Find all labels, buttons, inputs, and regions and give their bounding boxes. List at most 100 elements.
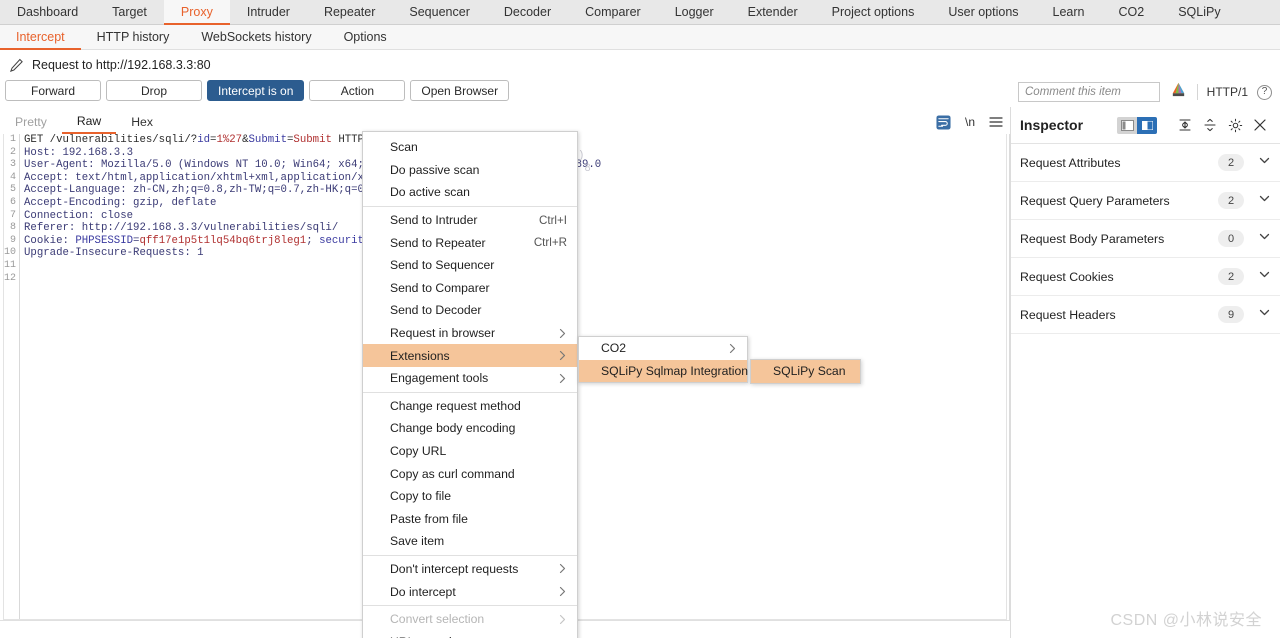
inspector-section-request-cookies[interactable]: Request Cookies 2 bbox=[1011, 258, 1280, 296]
sub-tab-options[interactable]: Options bbox=[328, 25, 403, 49]
menu-item-url-encode-as-you-type[interactable]: URL-encode as you type bbox=[363, 630, 577, 638]
token: Connection: close bbox=[24, 209, 134, 222]
line-number: 11 bbox=[3, 259, 16, 271]
divider bbox=[1196, 84, 1198, 100]
chevron-down-icon[interactable] bbox=[1258, 306, 1271, 324]
main-tab-repeater[interactable]: Repeater bbox=[307, 0, 392, 24]
menu-item-do-passive-scan[interactable]: Do passive scan bbox=[363, 159, 577, 182]
sub-tab-intercept[interactable]: Intercept bbox=[0, 25, 81, 50]
menu-item-scan[interactable]: Scan bbox=[363, 136, 577, 159]
main-tab-logger[interactable]: Logger bbox=[658, 0, 731, 24]
sub-tab-websockets-history[interactable]: WebSockets history bbox=[185, 25, 327, 49]
http-version-label[interactable]: HTTP/1 bbox=[1207, 85, 1248, 99]
token: Host: 192.168.3.3 bbox=[24, 146, 134, 159]
extensions-submenu[interactable]: CO2 SQLiPy Sqlmap Integration bbox=[578, 336, 778, 384]
menu-item-sqlipy-sqlmap-integration[interactable]: SQLiPy Sqlmap Integration bbox=[579, 359, 778, 383]
comment-input[interactable]: Comment this item bbox=[1018, 82, 1160, 102]
inspector-sections: Request Attributes 2 Request Query Paramet… bbox=[1011, 144, 1280, 334]
sqlipy-submenu[interactable]: SQLiPy Scan bbox=[750, 359, 861, 384]
menu-item-copy-to-file[interactable]: Copy to file bbox=[363, 485, 577, 508]
token: PHPSESSID bbox=[75, 234, 134, 247]
menu-item-change-request-method[interactable]: Change request method bbox=[363, 395, 577, 418]
request-heading: Request to http://192.168.3.3:80 bbox=[0, 52, 1010, 78]
close-icon[interactable] bbox=[1249, 115, 1271, 135]
inspector-header: Inspector bbox=[1011, 107, 1280, 144]
sub-tab-http-history[interactable]: HTTP history bbox=[81, 25, 186, 49]
menu-item-request-in-browser[interactable]: Request in browser bbox=[363, 322, 577, 345]
menu-item-save-item[interactable]: Save item bbox=[363, 530, 577, 553]
menu-item-do-active-scan[interactable]: Do active scan bbox=[363, 181, 577, 204]
main-tab-dashboard[interactable]: Dashboard bbox=[0, 0, 95, 24]
inspector-section-request-headers[interactable]: Request Headers 9 bbox=[1011, 296, 1280, 334]
menu-item-send-to-repeater[interactable]: Send to Repeater Ctrl+R bbox=[363, 231, 577, 254]
token: Cookie: bbox=[24, 234, 76, 247]
main-tab-sequencer[interactable]: Sequencer bbox=[392, 0, 486, 24]
color-highlighter-icon[interactable] bbox=[1169, 81, 1188, 103]
menu-item-send-to-decoder[interactable]: Send to Decoder bbox=[363, 299, 577, 322]
menu-item-don-t-intercept-requests[interactable]: Don't intercept requests bbox=[363, 558, 577, 581]
forward-button[interactable]: Forward bbox=[5, 80, 101, 101]
menu-item-label: Change request method bbox=[390, 398, 521, 413]
chevron-down-icon[interactable] bbox=[1258, 230, 1271, 248]
inspector-section-count: 9 bbox=[1218, 306, 1244, 323]
menu-item-copy-url[interactable]: Copy URL bbox=[363, 440, 577, 463]
panel-split-layout-icon[interactable] bbox=[1137, 116, 1157, 134]
editor-tab-pretty[interactable]: Pretty bbox=[0, 110, 62, 134]
gear-icon[interactable] bbox=[1224, 115, 1246, 135]
main-tab-extender[interactable]: Extender bbox=[731, 0, 815, 24]
menu-item-send-to-comparer[interactable]: Send to Comparer bbox=[363, 277, 577, 300]
menu-item-label: CO2 bbox=[601, 341, 627, 356]
token: Submit bbox=[248, 134, 287, 146]
menu-item-send-to-sequencer[interactable]: Send to Sequencer bbox=[363, 254, 577, 277]
line-number-gutter: 1 2 3 4 5 6 7 8 9 10 11 12 bbox=[0, 134, 20, 620]
menu-item-label: Send to Intruder bbox=[390, 213, 478, 228]
main-tab-bar: Dashboard Target Proxy Intruder Repeater Sequ… bbox=[0, 0, 1280, 25]
menu-item-engagement-tools[interactable]: Engagement tools bbox=[363, 367, 577, 390]
menu-item-sqlipy-scan[interactable]: SQLiPy Scan bbox=[751, 360, 860, 383]
help-icon[interactable]: ? bbox=[1257, 84, 1272, 100]
inspector-section-request-attributes[interactable]: Request Attributes 2 bbox=[1011, 144, 1280, 182]
main-tab-intruder[interactable]: Intruder bbox=[230, 0, 307, 24]
chevron-down-icon[interactable] bbox=[1258, 192, 1271, 210]
menu-item-extensions[interactable]: Extensions bbox=[363, 344, 577, 367]
inspector-layout-toggle[interactable] bbox=[1117, 116, 1157, 134]
menu-item-label: Copy URL bbox=[390, 444, 447, 459]
menu-item-label: SQLiPy Scan bbox=[773, 364, 846, 379]
collapse-all-icon[interactable] bbox=[1199, 115, 1221, 135]
intercept-is-on-button[interactable]: Intercept is on bbox=[207, 80, 305, 101]
main-tab-proxy[interactable]: Proxy bbox=[163, 0, 230, 25]
main-tab-user-options[interactable]: User options bbox=[931, 0, 1035, 24]
editor-tab-raw[interactable]: Raw bbox=[61, 110, 117, 134]
inspector-section-count: 2 bbox=[1218, 154, 1244, 171]
chevron-down-icon[interactable] bbox=[1258, 154, 1271, 172]
main-tab-project-options[interactable]: Project options bbox=[815, 0, 932, 24]
menu-item-change-body-encoding[interactable]: Change body encoding bbox=[363, 417, 577, 440]
chevron-down-icon[interactable] bbox=[1258, 268, 1271, 286]
action-button[interactable]: Action bbox=[309, 80, 406, 101]
drop-button[interactable]: Drop bbox=[106, 80, 202, 101]
inspector-section-request-query-parameters[interactable]: Request Query Parameters 2 bbox=[1011, 182, 1280, 220]
main-tab-target[interactable]: Target bbox=[95, 0, 164, 24]
expand-all-icon[interactable] bbox=[1174, 115, 1196, 135]
main-tab-co2[interactable]: CO2 bbox=[1102, 0, 1162, 24]
main-tab-learn[interactable]: Learn bbox=[1036, 0, 1102, 24]
panel-left-layout-icon[interactable] bbox=[1117, 116, 1137, 134]
inspector-section-request-body-parameters[interactable]: Request Body Parameters 0 bbox=[1011, 220, 1280, 258]
chevron-right-icon bbox=[536, 350, 567, 361]
open-browser-button[interactable]: Open Browser bbox=[410, 80, 510, 101]
menu-item-copy-as-curl-command[interactable]: Copy as curl command bbox=[363, 462, 577, 485]
inspector-section-label: Request Query Parameters bbox=[1020, 193, 1170, 208]
newline-toggle[interactable]: \n bbox=[965, 115, 975, 129]
word-wrap-icon[interactable] bbox=[936, 114, 951, 130]
menu-item-paste-from-file[interactable]: Paste from file bbox=[363, 508, 577, 531]
main-tab-decoder[interactable]: Decoder bbox=[487, 0, 568, 24]
request-heading-text: Request to http://192.168.3.3:80 bbox=[32, 58, 211, 72]
main-tab-comparer[interactable]: Comparer bbox=[568, 0, 658, 24]
menu-item-send-to-intruder[interactable]: Send to Intruder Ctrl+I bbox=[363, 209, 577, 232]
hamburger-menu-icon[interactable] bbox=[989, 116, 1003, 128]
editor-tab-hex[interactable]: Hex bbox=[116, 110, 168, 134]
main-tab-sqlipy[interactable]: SQLiPy bbox=[1161, 0, 1237, 24]
menu-item-do-intercept[interactable]: Do intercept bbox=[363, 580, 577, 603]
menu-item-co2[interactable]: CO2 bbox=[579, 337, 747, 360]
context-menu[interactable]: Scan Do passive scan Do active scan Send to… bbox=[362, 131, 578, 638]
